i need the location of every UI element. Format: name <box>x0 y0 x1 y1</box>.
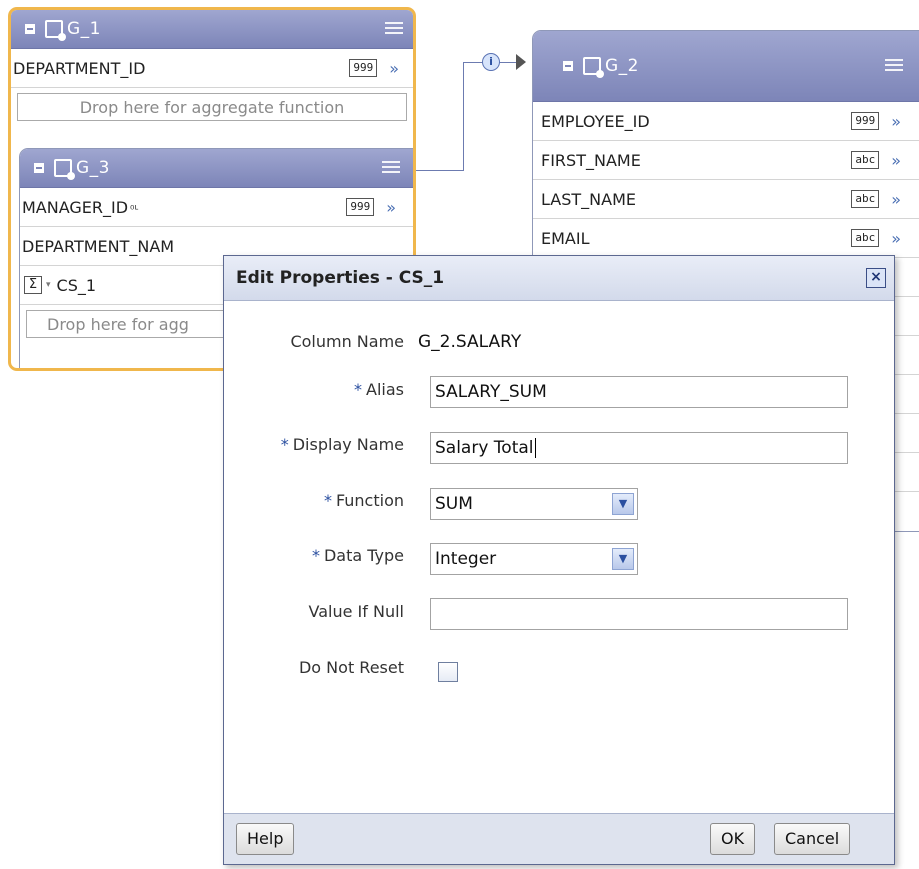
column-name-label: Column Name <box>290 332 404 351</box>
edit-properties-dialog: Edit Properties - CS_1 × Column Name G_2… <box>223 255 895 865</box>
function-label: * Function <box>323 491 404 510</box>
display-name-label: * Display Name <box>280 435 404 454</box>
chevron-right-icon[interactable]: » <box>891 229 901 248</box>
cancel-button[interactable]: Cancel <box>774 823 851 855</box>
column-row[interactable]: EMPLOYEE_ID 999 » <box>533 102 919 141</box>
group-icon <box>583 57 604 78</box>
column-name: EMAIL <box>541 228 590 248</box>
key-link-icon: ⁰ᒻ <box>130 202 139 216</box>
link-line-vertical <box>463 62 464 170</box>
column-name: EMPLOYEE_ID <box>541 111 650 131</box>
text-type-icon: abc <box>851 151 880 169</box>
help-button[interactable]: Help <box>236 823 295 855</box>
required-marker: * <box>311 546 320 565</box>
chevron-down-icon[interactable]: ▼ <box>612 548 634 570</box>
caret-down-icon[interactable]: ▾ <box>46 280 51 290</box>
group-menu-icon[interactable] <box>382 161 400 175</box>
group-g3-title: G_3 <box>76 158 110 178</box>
column-row[interactable]: MANAGER_ID ⁰ᒻ 999 » <box>20 188 413 227</box>
column-name: FIRST_NAME <box>541 150 641 170</box>
collapse-icon[interactable] <box>34 163 44 173</box>
column-name: MANAGER_ID ⁰ᒻ <box>22 197 139 217</box>
collapse-icon[interactable] <box>563 61 573 71</box>
chevron-right-icon[interactable]: » <box>389 59 399 78</box>
required-marker: * <box>323 491 332 510</box>
column-row[interactable]: DEPARTMENT_ID 999 » <box>11 49 413 88</box>
column-name: LAST_NAME <box>541 189 636 209</box>
group-g2-header[interactable]: G_2 <box>533 31 919 102</box>
aggregate-drop-zone[interactable]: Drop here for aggregate function <box>17 93 407 121</box>
text-type-icon: abc <box>851 229 880 247</box>
required-marker: * <box>280 435 289 454</box>
text-cursor <box>534 438 536 458</box>
column-row[interactable]: FIRST_NAME abc » <box>533 141 919 180</box>
group-icon <box>45 20 66 41</box>
required-marker: * <box>354 380 363 399</box>
group-g1-header[interactable]: G_1 <box>11 10 413 49</box>
group-menu-icon[interactable] <box>385 22 403 36</box>
value-if-null-label: Value If Null <box>308 602 404 621</box>
function-select[interactable]: SUM ▼ <box>430 488 638 520</box>
column-name: DEPARTMENT_ID <box>13 58 146 78</box>
column-name: DEPARTMENT_NAM <box>22 236 175 256</box>
chevron-right-icon[interactable]: » <box>386 198 396 217</box>
group-g3-header[interactable]: G_3 <box>20 149 413 188</box>
close-icon[interactable]: × <box>866 268 886 288</box>
collapse-icon[interactable] <box>25 24 35 34</box>
column-row[interactable]: EMAIL abc » <box>533 219 919 258</box>
group-icon <box>54 159 75 180</box>
group-g2-title: G_2 <box>605 56 639 76</box>
display-name-field[interactable]: Salary Total <box>430 432 848 464</box>
group-menu-icon[interactable] <box>885 59 903 73</box>
group-g1-title: G_1 <box>67 19 101 39</box>
number-type-icon: 999 <box>346 198 375 216</box>
chevron-right-icon[interactable]: » <box>891 190 901 209</box>
value-if-null-field[interactable] <box>430 598 848 630</box>
data-type-select[interactable]: Integer ▼ <box>430 543 638 575</box>
chevron-right-icon[interactable]: » <box>891 151 901 170</box>
dialog-titlebar[interactable]: Edit Properties - CS_1 × <box>224 256 894 301</box>
do-not-reset-label: Do Not Reset <box>298 658 404 677</box>
chevron-down-icon[interactable]: ▼ <box>612 493 634 515</box>
number-type-icon: 999 <box>851 112 880 130</box>
link-line-horizontal <box>408 170 464 171</box>
number-type-icon: 999 <box>349 59 378 77</box>
sigma-icon: Σ <box>24 276 42 294</box>
dialog-title: Edit Properties - CS_1 <box>236 268 445 288</box>
link-info-icon[interactable]: i <box>482 53 500 71</box>
column-row[interactable]: LAST_NAME abc » <box>533 180 919 219</box>
chevron-right-icon[interactable]: » <box>891 112 901 131</box>
link-arrow-icon <box>516 54 526 70</box>
alias-label: * Alias <box>354 380 404 399</box>
dialog-footer: Help OK Cancel <box>224 813 894 864</box>
alias-field[interactable]: SALARY_SUM <box>430 376 848 408</box>
ok-button[interactable]: OK <box>710 823 756 855</box>
data-type-label: * Data Type <box>311 546 404 565</box>
do-not-reset-checkbox[interactable] <box>438 662 458 682</box>
column-name-value: G_2.SALARY <box>418 332 522 352</box>
text-type-icon: abc <box>851 190 880 208</box>
